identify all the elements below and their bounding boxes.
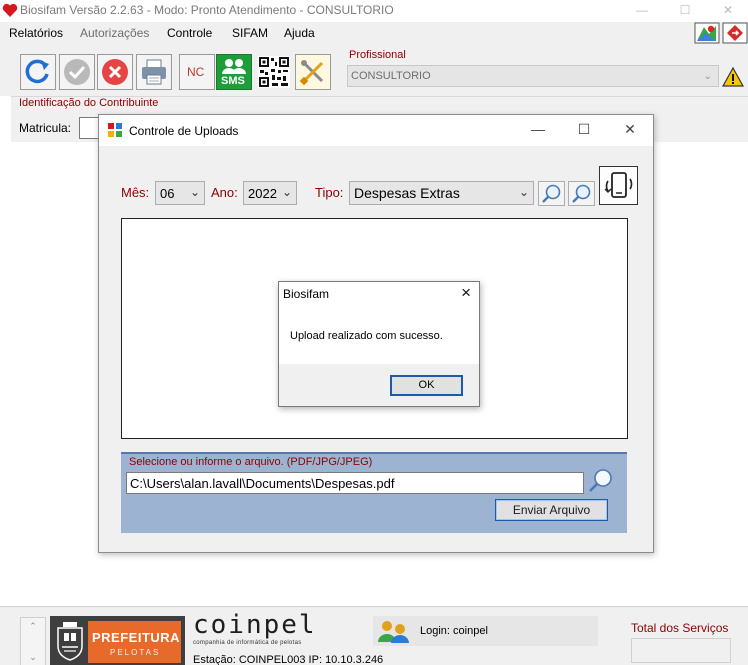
menu-autorizacoes[interactable]: Autorizações (80, 26, 149, 40)
close-button[interactable]: ✕ (708, 0, 748, 22)
login-info: Login: coinpel (420, 625, 488, 637)
profissional-group: Profissional CONSULTORIO ⌄ (342, 47, 748, 95)
app-window-icon (108, 123, 122, 137)
status-bar: ⌃ ⌄ PREFEITURA PELOTAS coinpel companhia… (0, 606, 748, 665)
mes-value: 06 (160, 186, 175, 201)
prefeitura-logo: PREFEITURA PELOTAS (50, 616, 185, 665)
menu-sifam[interactable]: SIFAM (232, 26, 268, 40)
mes-label: Mês: (121, 185, 150, 200)
coinpel-subtitle: companhia de informática de pelotas (193, 640, 302, 646)
chevron-down-icon[interactable]: ⌄ (21, 652, 45, 663)
profissional-value: CONSULTORIO (351, 70, 431, 82)
enviar-arquivo-button[interactable]: Enviar Arquivo (495, 499, 608, 521)
dialog-close-button[interactable]: ✕ (615, 121, 645, 138)
warning-icon[interactable] (721, 66, 745, 88)
refresh-icon (25, 59, 49, 84)
matricula-label: Matricula: (19, 121, 72, 135)
city-crest-icon (57, 622, 83, 661)
file-select-label: Selecione ou informe o arquivo. (PDF/JPG… (129, 456, 373, 468)
heart-app-icon (2, 3, 18, 17)
prefeitura-banner: PREFEITURA PELOTAS (88, 621, 181, 663)
mes-select[interactable]: 06 ⌄ (155, 181, 205, 205)
window-title: Biosifam Versão 2.2.63 - Modo: Pronto At… (20, 3, 394, 17)
phone-sync-icon (604, 172, 633, 198)
maximize-button[interactable]: ☐ (665, 0, 705, 22)
people-icon (222, 59, 246, 74)
cancel-button[interactable] (97, 54, 133, 90)
print-button[interactable] (136, 54, 172, 90)
menu-ajuda[interactable]: Ajuda (284, 26, 315, 40)
browse-file-button[interactable] (587, 468, 615, 493)
printer-icon (142, 59, 166, 85)
tools-icon (299, 60, 324, 86)
estacao-info: Estação: COINPEL003 IP: 10.10.3.246 (193, 654, 384, 665)
profissional-select[interactable]: CONSULTORIO ⌄ (347, 65, 719, 87)
nc-button[interactable]: NC (179, 54, 215, 90)
refresh-button[interactable] (20, 54, 56, 90)
identificacao-label: Identificação do Contribuinte (19, 97, 159, 109)
main-titlebar: Biosifam Versão 2.2.63 - Modo: Pronto At… (0, 0, 748, 22)
minimize-button[interactable]: — (622, 0, 662, 22)
tools-button[interactable] (295, 54, 331, 90)
dialog-title: Controle de Uploads (129, 124, 239, 138)
chevron-down-icon: ⌄ (281, 185, 292, 199)
check-icon (64, 59, 90, 85)
file-select-group: Selecione ou informe o arquivo. (PDF/JPG… (121, 452, 627, 533)
chevron-down-icon: ⌄ (703, 71, 712, 82)
ano-label: Ano: (211, 185, 238, 200)
ano-value: 2022 (248, 186, 277, 201)
sms-label: SMS (221, 75, 245, 87)
nc-label: NC (187, 65, 205, 79)
mini-scroller[interactable]: ⌃ ⌄ (20, 617, 46, 665)
file-path-input[interactable]: C:\Users\alan.lavall\Documents\Despesas.… (126, 472, 584, 494)
message-text: Upload realizado com sucesso. (290, 330, 443, 342)
prefeitura-city: PELOTAS (110, 648, 161, 657)
menu-relatorios[interactable]: Relatórios (9, 26, 63, 40)
file-path-value: C:\Users\alan.lavall\Documents\Despesas.… (130, 476, 395, 491)
qr-code-button[interactable] (256, 54, 292, 90)
tipo-label: Tipo: (315, 185, 344, 200)
ano-select[interactable]: 2022 ⌄ (243, 181, 297, 205)
sms-button[interactable]: SMS (216, 54, 252, 90)
search-icon (542, 184, 561, 203)
cancel-icon (102, 59, 128, 85)
search-icon (572, 184, 591, 203)
message-box: Biosifam × Upload realizado com sucesso.… (278, 281, 480, 407)
tipo-select[interactable]: Despesas Extras ⌄ (349, 181, 534, 205)
search-button-2[interactable] (568, 181, 595, 206)
chevron-down-icon: ⌄ (518, 185, 529, 199)
chevron-up-icon[interactable]: ⌃ (21, 621, 45, 632)
prefeitura-name: PREFEITURA (92, 630, 181, 645)
total-servicos-label: Total dos Serviços (631, 621, 729, 635)
mobile-sync-button[interactable] (599, 166, 638, 205)
qr-code-icon (258, 56, 290, 88)
message-box-close-button[interactable]: × (461, 283, 471, 303)
search-icon (589, 469, 612, 492)
coinpel-logo: coinpel (193, 610, 317, 640)
message-box-title: Biosifam (283, 287, 330, 301)
exit-icon[interactable] (722, 22, 748, 44)
dialog-titlebar: Controle de Uploads — ☐ ✕ (99, 115, 653, 146)
map-icon[interactable] (694, 22, 720, 44)
profissional-label: Profissional (349, 49, 406, 61)
search-button-1[interactable] (538, 181, 565, 206)
confirm-button[interactable] (59, 54, 95, 90)
users-icon (378, 621, 409, 643)
ok-button[interactable]: OK (390, 375, 463, 396)
dialog-minimize-button[interactable]: — (523, 121, 553, 137)
tipo-value: Despesas Extras (354, 185, 460, 201)
chevron-down-icon: ⌄ (189, 185, 200, 199)
message-box-body: Upload realizado com sucesso. (279, 306, 479, 364)
menu-bar: Relatórios Autorizações Controle SIFAM A… (0, 22, 748, 44)
dialog-maximize-button[interactable]: ☐ (569, 121, 599, 138)
total-servicos-value (631, 638, 731, 663)
menu-controle[interactable]: Controle (167, 26, 212, 40)
login-box: Login: coinpel (373, 616, 598, 646)
message-box-titlebar: Biosifam × (279, 282, 479, 306)
